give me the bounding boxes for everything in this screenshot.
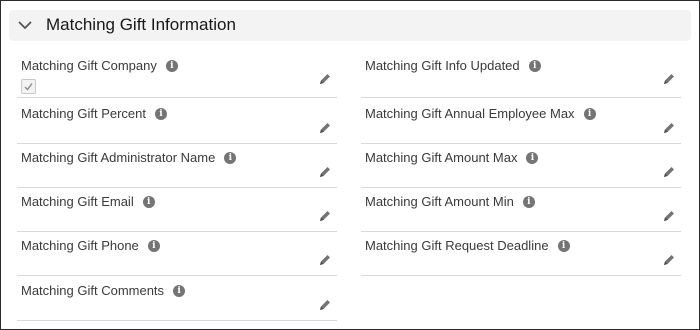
field-matching-gift-administrator-name: Matching Gift Administrator Name i: [17, 143, 337, 188]
pencil-icon[interactable]: [318, 209, 332, 223]
pencil-icon[interactable]: [662, 72, 676, 86]
pencil-icon[interactable]: [318, 298, 332, 312]
info-icon[interactable]: i: [155, 107, 167, 120]
info-icon[interactable]: i: [522, 195, 535, 208]
field-matching-gift-annual-employee-max: Matching Gift Annual Employee Max i: [361, 99, 681, 144]
field-label: Matching Gift Request Deadline: [365, 238, 549, 253]
info-icon[interactable]: i: [165, 59, 178, 72]
pencil-icon[interactable]: [662, 209, 676, 223]
field-label: Matching Gift Info Updated: [365, 58, 520, 73]
pencil-icon[interactable]: [318, 165, 332, 179]
info-icon[interactable]: i: [583, 107, 596, 120]
pencil-icon[interactable]: [318, 121, 332, 135]
info-icon[interactable]: i: [557, 239, 570, 252]
section-header[interactable]: Matching Gift Information: [9, 10, 691, 41]
check-icon: [24, 83, 33, 91]
info-icon[interactable]: i: [147, 239, 160, 252]
chevron-down-icon[interactable]: [18, 20, 32, 30]
matching-gift-company-checkbox[interactable]: [21, 79, 36, 94]
info-icon[interactable]: i: [224, 151, 237, 164]
pencil-icon[interactable]: [318, 72, 332, 86]
field-matching-gift-email: Matching Gift Email i: [17, 187, 337, 232]
pencil-icon[interactable]: [662, 253, 676, 267]
field-matching-gift-phone: Matching Gift Phone i: [17, 231, 337, 276]
info-icon[interactable]: i: [173, 284, 186, 297]
field-matching-gift-info-updated: Matching Gift Info Updated i: [361, 51, 681, 98]
info-icon[interactable]: i: [526, 151, 539, 164]
field-matching-gift-percent: Matching Gift Percent i: [17, 99, 337, 144]
field-matching-gift-request-deadline: Matching Gift Request Deadline i: [361, 231, 681, 276]
section-title: Matching Gift Information: [46, 15, 236, 34]
field-label: Matching Gift Annual Employee Max: [365, 106, 575, 121]
field-label: Matching Gift Percent: [21, 106, 146, 121]
field-label: Matching Gift Amount Max: [365, 150, 518, 165]
field-matching-gift-comments: Matching Gift Comments i: [17, 276, 337, 321]
field-label: Matching Gift Phone: [21, 238, 139, 253]
pencil-icon[interactable]: [662, 165, 676, 179]
field-matching-gift-amount-min: Matching Gift Amount Min i: [361, 187, 681, 232]
field-label: Matching Gift Email: [21, 194, 134, 209]
field-label: Matching Gift Amount Min: [365, 194, 514, 209]
field-matching-gift-amount-max: Matching Gift Amount Max i: [361, 143, 681, 188]
field-label: Matching Gift Administrator Name: [21, 150, 216, 165]
matching-gift-card: Matching Gift Information Matching Gift …: [0, 0, 700, 330]
pencil-icon[interactable]: [662, 121, 676, 135]
info-icon[interactable]: i: [142, 195, 155, 208]
info-icon[interactable]: i: [528, 59, 541, 72]
field-label: Matching Gift Comments: [21, 283, 165, 298]
pencil-icon[interactable]: [318, 253, 332, 267]
field-label: Matching Gift Company: [21, 58, 157, 73]
field-matching-gift-company: Matching Gift Company i: [17, 51, 337, 98]
